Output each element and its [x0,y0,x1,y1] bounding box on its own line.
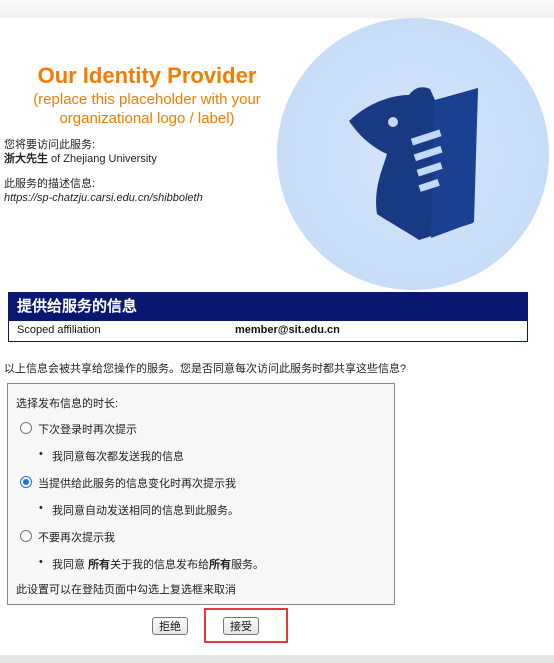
idp-subtitle-line1: (replace this placeholder with your [33,91,261,108]
release-options-heading: 选择发布信息的时长: [16,398,119,410]
top-shade [0,0,554,18]
release-footer-note: 此设置可以在登陆页面中勾选上复选框来取消 [16,584,236,596]
option-label-next-login[interactable]: 下次登录时再次提示 [38,421,137,437]
service-name: 浙大先生 of Zhejiang University [4,152,157,166]
idp-subtitle-line2: organizational logo / label) [59,110,235,127]
detail-bold-all-1: 所有 [88,559,111,571]
attribute-table: 提供给服务的信息 Scoped affiliation member@sit.e… [8,292,528,342]
bird-logo-icon [349,87,478,240]
bottom-shade [0,655,554,663]
service-description: 此服务的描述信息: https://sp-chatzju.carsi.edu.c… [4,177,203,205]
option-detail-never: 我同意 所有关于我的信息发布给所有服务。 [39,556,265,572]
reject-button[interactable]: 拒绝 [152,617,188,635]
detail-bold-all-2: 所有 [209,559,232,571]
option-detail-next-login: 我同意每次都发送我的信息 [39,448,184,464]
detail-mid: 关于我的信息发布给 [110,559,210,571]
attribute-value: member@sit.edu.cn [235,324,340,336]
service-url: https://sp-chatzju.carsi.edu.cn/shibbole… [4,192,203,204]
option-detail-on-change: 我同意自动发送相同的信息到此服务。 [39,502,239,518]
consent-page: Our Identity Provider (replace this plac… [0,0,554,663]
radio-never-prompt[interactable] [20,530,32,542]
release-options-box: 选择发布信息的时长: 下次登录时再次提示 我同意每次都发送我的信息 当提供给此服… [7,383,395,605]
attribute-table-title: 提供给服务的信息 [9,293,527,321]
option-label-on-change[interactable]: 当提供给此服务的信息变化时再次提示我 [38,475,236,491]
option-label-never[interactable]: 不要再次提示我 [38,529,115,545]
attribute-name: Scoped affiliation [17,324,101,336]
table-row: Scoped affiliation member@sit.edu.cn [9,321,527,340]
idp-branding: Our Identity Provider (replace this plac… [0,62,294,128]
detail-suffix: 服务。 [231,559,265,571]
service-logo [277,18,549,290]
access-label: 您将要访问此服务: [4,139,96,151]
detail-prefix: 我同意 [52,559,89,571]
idp-title: Our Identity Provider [37,63,257,88]
description-label: 此服务的描述信息: [4,178,96,190]
service-info: 您将要访问此服务: 浙大先生 of Zhejiang University [4,138,157,166]
accept-highlight-box [204,608,288,643]
consent-question: 以上信息会被共享给您操作的服务。您是否同意每次访问此服务时都共享这些信息? [4,363,407,375]
service-name-bold: 浙大先生 [4,153,48,165]
radio-prompt-next-login[interactable] [20,422,32,434]
service-name-suffix: of Zhejiang University [48,153,157,165]
radio-prompt-on-change[interactable] [20,476,32,488]
